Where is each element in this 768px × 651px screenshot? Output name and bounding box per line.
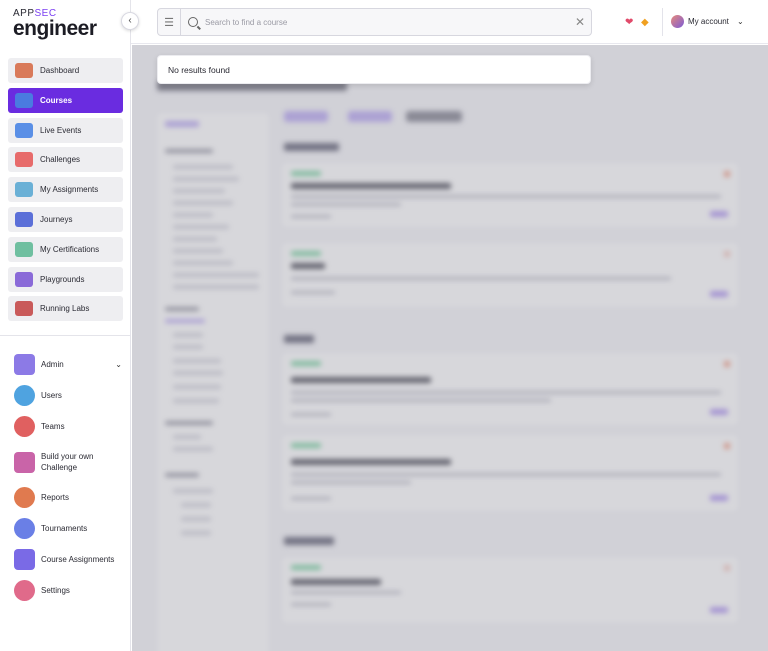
sidebar-item-teams[interactable]: Teams (14, 411, 122, 442)
collapse-sidebar-button[interactable]: ‹ (121, 12, 139, 30)
admin-icon (14, 354, 35, 375)
live-events-icon (15, 122, 33, 138)
sidebar-item-label: Settings (41, 586, 70, 595)
sidebar-item-settings[interactable]: Settings (14, 575, 122, 606)
filter-icon[interactable]: ☰ (158, 9, 181, 35)
sidebar-divider (0, 335, 131, 336)
sidebar-item-label: Course Assignments (41, 555, 115, 564)
settings-icon (14, 580, 35, 601)
sidebar-item-live-events[interactable]: Live Events (8, 117, 123, 143)
journeys-icon (15, 211, 33, 227)
sidebar-item-label: Running Labs (40, 304, 90, 314)
sidebar-item-label: My Certifications (40, 244, 100, 254)
admin-section: Admin ⌄ Users Teams Build your own Chall… (14, 349, 122, 606)
modal-overlay[interactable] (132, 45, 768, 651)
sidebar-item-course-assignments[interactable]: Course Assignments (14, 544, 122, 575)
sidebar-item-label: My Assignments (40, 185, 99, 195)
sidebar-item-label: Reports (41, 493, 70, 502)
sidebar-item-my-assignments[interactable]: My Assignments (8, 177, 123, 203)
sidebar-item-courses[interactable]: Courses (8, 87, 123, 113)
sidebar-item-my-certifications[interactable]: My Certifications (8, 236, 123, 262)
chevron-down-icon: ⌄ (115, 360, 122, 369)
sidebar: APPSEC engineer Dashboard Courses Live E… (0, 0, 131, 651)
users-icon (14, 385, 35, 406)
main-content-dimmed (132, 45, 768, 651)
sidebar-item-users[interactable]: Users (14, 380, 122, 411)
sidebar-item-label: Tournaments (41, 524, 88, 533)
sidebar-item-running-labs[interactable]: Running Labs (8, 296, 123, 322)
search-box: ☰ ✕ (157, 8, 592, 36)
account-menu-label[interactable]: My account (688, 17, 729, 26)
sidebar-item-build-challenge[interactable]: Build your own Challenge (14, 442, 122, 482)
search-icon (188, 17, 198, 27)
sidebar-item-reports[interactable]: Reports (14, 482, 122, 513)
appsec-engineer-logo[interactable]: APPSEC engineer (13, 8, 97, 39)
search-results-dropdown: No results found (157, 55, 591, 84)
search-input[interactable] (205, 17, 565, 27)
challenges-icon (15, 152, 33, 168)
sidebar-nav: Dashboard Courses Live Events Challenges… (8, 58, 123, 326)
header-divider (662, 8, 663, 36)
sidebar-item-label: Journeys (40, 214, 73, 224)
assignments-icon (15, 182, 33, 198)
sidebar-item-label: Courses (40, 95, 73, 105)
heart-icon[interactable]: ❤ (625, 17, 633, 28)
no-results-message: No results found (168, 64, 230, 75)
top-bar: ☰ ✕ ❤ ◆ My account ⌄ (131, 0, 768, 44)
sidebar-item-label: Build your own Challenge (41, 452, 94, 472)
sidebar-item-journeys[interactable]: Journeys (8, 206, 123, 232)
running-labs-icon (15, 301, 33, 317)
chevron-down-icon[interactable]: ⌄ (737, 17, 744, 26)
playgrounds-icon (15, 271, 33, 287)
reports-icon (14, 487, 35, 508)
build-challenge-icon (14, 451, 35, 473)
sidebar-item-label: Live Events (40, 125, 82, 135)
sidebar-item-label: Teams (41, 422, 65, 431)
gem-icon[interactable]: ◆ (641, 17, 649, 28)
sidebar-item-label: Challenges (40, 155, 81, 165)
sidebar-item-label: Users (41, 391, 62, 400)
sidebar-item-label: Dashboard (40, 66, 80, 75)
sidebar-item-dashboard[interactable]: Dashboard (8, 58, 123, 83)
sidebar-item-tournaments[interactable]: Tournaments (14, 513, 122, 544)
tournaments-icon (14, 518, 35, 539)
logo-wordmark: engineer (13, 17, 97, 40)
teams-icon (14, 416, 35, 437)
sidebar-item-label: Playgrounds (40, 274, 85, 284)
course-assignments-icon (14, 549, 35, 570)
sidebar-item-admin[interactable]: Admin ⌄ (14, 349, 122, 380)
dashboard-icon (15, 63, 33, 78)
sidebar-item-challenges[interactable]: Challenges (8, 147, 123, 173)
courses-icon (15, 92, 33, 108)
sidebar-item-label: Admin (41, 360, 64, 369)
certifications-icon (15, 241, 33, 257)
close-icon[interactable]: ✕ (575, 15, 585, 29)
avatar[interactable] (671, 15, 684, 28)
sidebar-item-playgrounds[interactable]: Playgrounds (8, 266, 123, 292)
